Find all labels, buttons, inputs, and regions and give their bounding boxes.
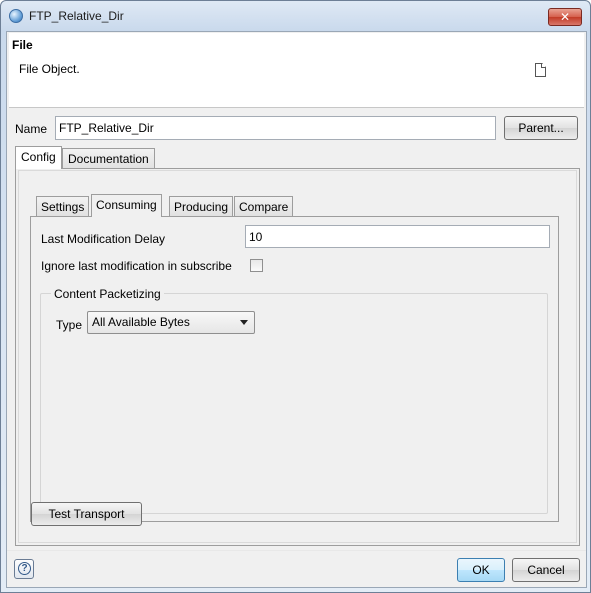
tab-settings[interactable]: Settings — [36, 196, 90, 217]
tab-producing[interactable]: Producing — [169, 196, 234, 217]
app-icon — [9, 9, 23, 23]
ok-button[interactable]: OK — [457, 558, 505, 582]
type-select-value: All Available Bytes — [92, 315, 190, 329]
file-icon — [535, 63, 546, 77]
header-panel: File File Object. — [9, 33, 584, 108]
type-select[interactable]: All Available Bytes — [87, 311, 255, 334]
dialog-window: FTP_Relative_Dir ✕ File File Object. Nam… — [0, 0, 591, 593]
tab-config[interactable]: Config — [15, 146, 62, 169]
tab-compare[interactable]: Compare — [234, 196, 294, 217]
cancel-button[interactable]: Cancel — [512, 558, 580, 582]
ignore-last-modification-label: Ignore last modification in subscribe — [41, 259, 232, 273]
header-description: File Object. — [19, 62, 80, 76]
test-transport-button[interactable]: Test Transport — [31, 502, 142, 526]
type-label: Type — [56, 318, 83, 332]
chevron-down-icon — [240, 320, 248, 325]
footer-divider — [7, 550, 586, 551]
parent-button[interactable]: Parent... — [504, 116, 578, 140]
tab-documentation[interactable]: Documentation — [62, 148, 155, 170]
help-button[interactable]: ? — [14, 559, 34, 579]
last-modification-delay-label: Last Modification Delay — [41, 232, 166, 246]
content-packetizing-title: Content Packetizing — [51, 287, 164, 301]
dialog-client-area: File File Object. Name Parent... Config … — [6, 31, 587, 588]
help-icon: ? — [18, 562, 31, 575]
tab-consuming[interactable]: Consuming — [91, 194, 162, 217]
name-input[interactable] — [55, 116, 496, 140]
last-modification-delay-input[interactable] — [245, 225, 550, 248]
close-button[interactable]: ✕ — [548, 8, 582, 26]
window-title: FTP_Relative_Dir — [29, 9, 124, 23]
title-bar[interactable]: FTP_Relative_Dir ✕ — [1, 1, 590, 31]
header-title: File — [12, 38, 33, 52]
name-label: Name — [15, 122, 48, 136]
ignore-last-modification-checkbox[interactable] — [250, 259, 263, 272]
